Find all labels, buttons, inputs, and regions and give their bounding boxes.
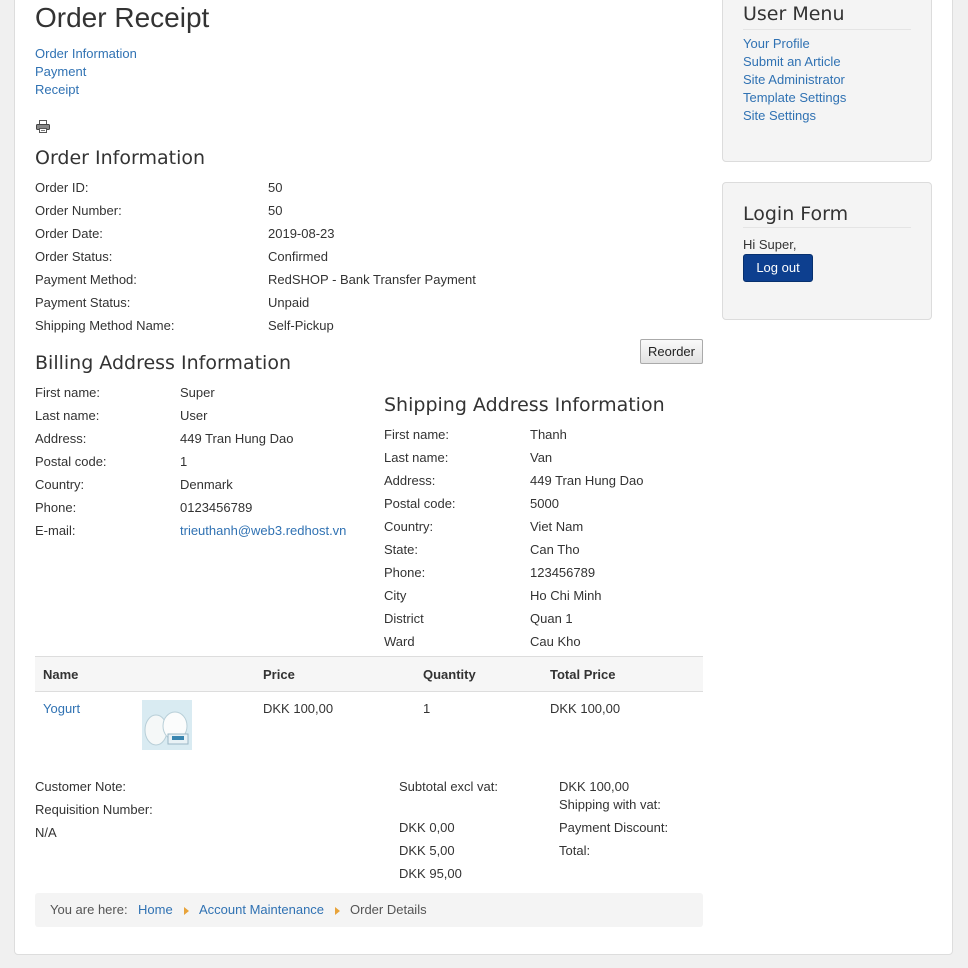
- col-header-total: Total Price: [550, 667, 616, 682]
- user-menu-site-settings[interactable]: Site Settings: [743, 108, 816, 123]
- step-link-receipt[interactable]: Receipt: [35, 82, 79, 97]
- caret-right-icon: [335, 907, 340, 915]
- totals-value-2: DKK 5,00: [399, 843, 455, 858]
- shipping-address-value: 449 Tran Hung Dao: [530, 473, 644, 488]
- col-header-name: Name: [43, 667, 79, 682]
- user-menu-title: User Menu: [743, 3, 845, 25]
- shipping-first-name-value: Thanh: [530, 427, 567, 442]
- login-form-module: Login Form Hi Super, Log out: [722, 182, 932, 320]
- user-menu-module: User Menu Your Profile Submit an Article…: [722, 0, 932, 162]
- shipping-city-value: Ho Chi Minh: [530, 588, 602, 603]
- login-form-title: Login Form: [743, 203, 849, 225]
- shipping-city-label: City: [384, 588, 407, 603]
- order-date-value: 2019-08-23: [268, 226, 335, 241]
- login-form-divider: [743, 227, 911, 228]
- requisition-number-value: N/A: [35, 825, 57, 840]
- caret-right-icon: [184, 907, 189, 915]
- product-thumbnail[interactable]: [142, 700, 192, 750]
- billing-email-link[interactable]: trieuthanh@web3.redhost.vn: [180, 523, 346, 538]
- billing-last-name-value: User: [180, 408, 208, 423]
- billing-country-label: Country:: [35, 477, 85, 492]
- col-header-quantity: Quantity: [423, 667, 476, 682]
- totals-value-3: DKK 95,00: [399, 866, 462, 881]
- user-menu-your-profile[interactable]: Your Profile: [743, 36, 810, 51]
- shipping-district-value: Quan 1: [530, 611, 573, 626]
- printer-icon[interactable]: [36, 120, 50, 133]
- order-status-label: Order Status:: [35, 249, 113, 264]
- shipping-last-name-value: Van: [530, 450, 553, 465]
- totals-value-1: DKK 0,00: [399, 820, 455, 835]
- order-number-value: 50: [268, 203, 283, 218]
- shipping-country-label: Country:: [384, 519, 434, 534]
- order-info-heading: Order Information: [35, 147, 206, 169]
- user-menu-divider: [743, 29, 911, 30]
- order-id-label: Order ID:: [35, 180, 89, 195]
- shipping-first-name-label: First name:: [384, 427, 450, 442]
- payment-discount-label: Payment Discount:: [559, 820, 669, 835]
- step-link-order-information[interactable]: Order Information: [35, 46, 137, 61]
- total-label: Total:: [559, 843, 591, 858]
- billing-first-name-label: First name:: [35, 385, 101, 400]
- user-menu-site-administrator[interactable]: Site Administrator: [743, 72, 845, 87]
- billing-first-name-value: Super: [180, 385, 215, 400]
- order-id-value: 50: [268, 180, 283, 195]
- shipping-ward-value: Cau Kho: [530, 634, 581, 649]
- billing-country-value: Denmark: [180, 477, 233, 492]
- order-date-label: Order Date:: [35, 226, 103, 241]
- login-greeting: Hi Super,: [743, 237, 797, 252]
- order-status-value: Confirmed: [268, 249, 328, 264]
- shipping-postal-code-label: Postal code:: [384, 496, 456, 511]
- items-table-header: Name Price Quantity Total Price: [35, 656, 703, 692]
- product-total: DKK 100,00: [550, 701, 621, 716]
- shipping-last-name-label: Last name:: [384, 450, 449, 465]
- shipping-ward-label: Ward: [384, 634, 415, 649]
- customer-note-label: Customer Note:: [35, 779, 127, 794]
- payment-status-label: Payment Status:: [35, 295, 131, 310]
- subtotal-label: Subtotal excl vat:: [399, 779, 498, 794]
- product-price: DKK 100,00: [263, 701, 334, 716]
- shipping-method-value: Self-Pickup: [268, 318, 334, 333]
- shipping-heading: Shipping Address Information: [384, 394, 665, 416]
- requisition-number-label: Requisition Number:: [35, 802, 153, 817]
- billing-address-label: Address:: [35, 431, 87, 446]
- billing-postal-code-label: Postal code:: [35, 454, 107, 469]
- shipping-with-vat-label: Shipping with vat:: [559, 797, 661, 812]
- product-quantity: 1: [423, 701, 431, 716]
- shipping-state-label: State:: [384, 542, 418, 557]
- logout-button[interactable]: Log out: [743, 254, 813, 282]
- payment-method-value: RedSHOP - Bank Transfer Payment: [268, 272, 476, 287]
- subtotal-value: DKK 100,00: [559, 779, 630, 794]
- order-number-label: Order Number:: [35, 203, 122, 218]
- payment-status-value: Unpaid: [268, 295, 310, 310]
- breadcrumb-account-maintenance-link[interactable]: Account Maintenance: [199, 902, 324, 917]
- shipping-phone-value: 123456789: [530, 565, 596, 580]
- billing-phone-value: 0123456789: [180, 500, 253, 515]
- billing-email-label: E-mail:: [35, 523, 76, 538]
- page-title: Order Receipt: [35, 2, 210, 33]
- payment-method-label: Payment Method:: [35, 272, 137, 287]
- shipping-postal-code-value: 5000: [530, 496, 559, 511]
- col-header-price: Price: [263, 667, 295, 682]
- user-menu-submit-article[interactable]: Submit an Article: [743, 54, 841, 69]
- shipping-phone-label: Phone:: [384, 565, 426, 580]
- step-link-payment[interactable]: Payment: [35, 64, 86, 79]
- shipping-address-label: Address:: [384, 473, 436, 488]
- billing-last-name-label: Last name:: [35, 408, 100, 423]
- billing-postal-code-value: 1: [180, 454, 188, 469]
- breadcrumb-current: Order Details: [350, 902, 427, 917]
- shipping-country-value: Viet Nam: [530, 519, 584, 534]
- breadcrumb-home-link[interactable]: Home: [138, 902, 173, 917]
- user-menu-template-settings[interactable]: Template Settings: [743, 90, 846, 105]
- billing-phone-label: Phone:: [35, 500, 77, 515]
- billing-address-value: 449 Tran Hung Dao: [180, 431, 294, 446]
- product-link-yogurt[interactable]: Yogurt: [43, 701, 80, 716]
- breadcrumb: You are here: Home Account Maintenance O…: [35, 893, 703, 927]
- shipping-district-label: District: [384, 611, 424, 626]
- shipping-method-label: Shipping Method Name:: [35, 318, 175, 333]
- billing-heading: Billing Address Information: [35, 352, 291, 374]
- breadcrumb-prefix: You are here:: [50, 902, 128, 917]
- reorder-button[interactable]: Reorder: [640, 339, 703, 364]
- shipping-state-value: Can Tho: [530, 542, 580, 557]
